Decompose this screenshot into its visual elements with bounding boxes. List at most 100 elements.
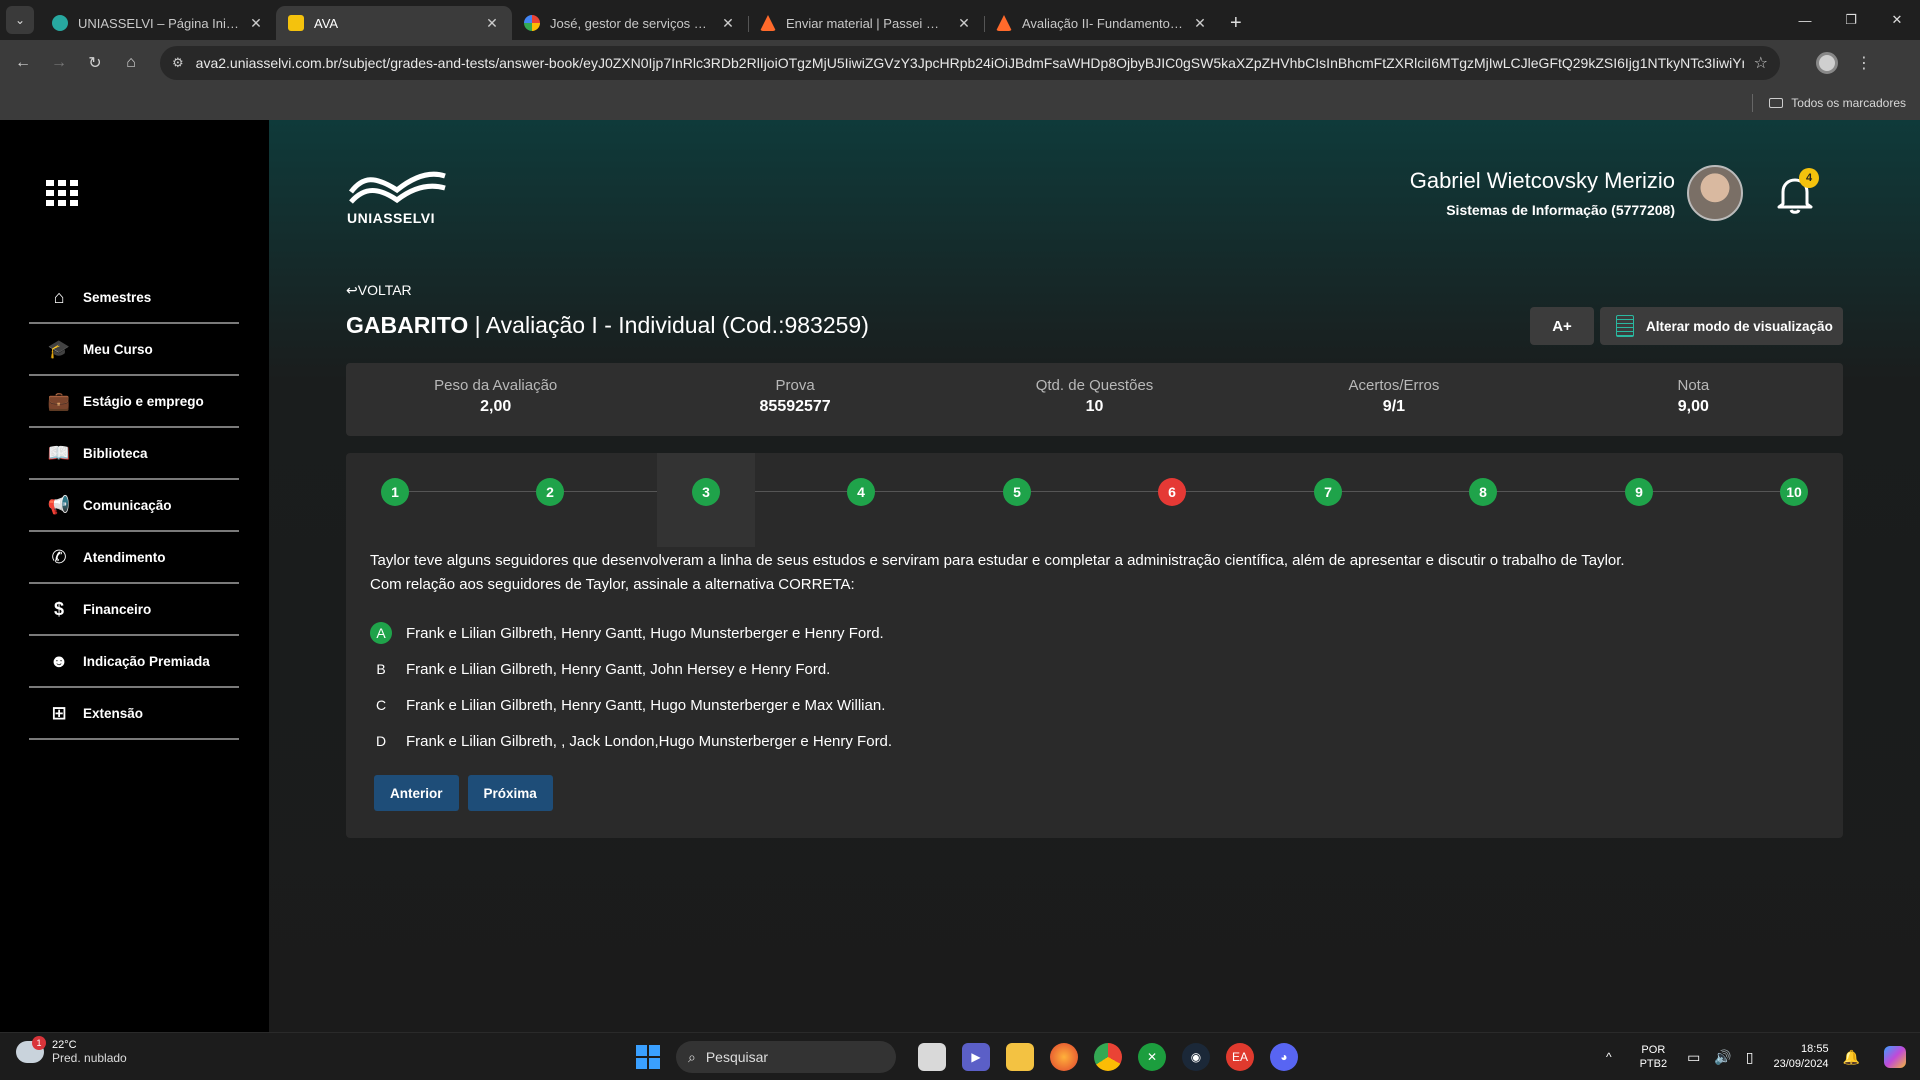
clock[interactable]: 18:55 23/09/2024 <box>1774 1042 1829 1072</box>
firefox-icon[interactable] <box>1050 1043 1078 1071</box>
browser-tab[interactable]: Enviar material | Passei Direto ✕ <box>748 6 984 40</box>
back-link[interactable]: ↩VOLTAR <box>346 282 412 299</box>
bookmark-star-icon[interactable]: ☆ <box>1754 53 1768 73</box>
task-view-icon[interactable] <box>918 1043 946 1071</box>
sidebar-item-label: Atendimento <box>83 549 166 565</box>
summary-value: 2,00 <box>480 398 512 415</box>
browser-tab[interactable]: UNIASSELVI – Página Inicial ✕ <box>40 6 276 40</box>
question-step[interactable]: 4 <box>812 453 910 547</box>
tray-chevron-up-icon[interactable]: ^ <box>1606 1050 1612 1064</box>
question-step[interactable]: 2 <box>501 453 599 547</box>
reload-icon[interactable]: ↻ <box>78 46 112 80</box>
tab-title: José, gestor de serviços da Empresa <box>550 15 712 31</box>
question-number-wrong: 6 <box>1158 478 1186 506</box>
people-icon: ☻ <box>49 650 69 671</box>
sidebar-item-label: Indicação Premiada <box>83 653 210 669</box>
sidebar-item-indicacao-premiada[interactable]: ☻ Indicação Premiada <box>29 636 239 688</box>
question-step[interactable]: 10 <box>1745 453 1843 547</box>
language-indicator[interactable]: POR PTB2 <box>1640 1043 1668 1071</box>
option-text: Frank e Lilian Gilbreth, , Jack London,H… <box>406 732 893 750</box>
all-bookmarks-button[interactable]: Todos os marcadores <box>1769 86 1906 120</box>
notification-icon[interactable]: 🔔 <box>1843 1049 1860 1066</box>
close-tab-icon[interactable]: ✕ <box>1192 15 1208 32</box>
close-tab-icon[interactable]: ✕ <box>956 15 972 32</box>
discord-icon[interactable]: ◕ <box>1270 1043 1298 1071</box>
language-code: POR <box>1641 1044 1666 1056</box>
summary-label: Peso da Avaliação <box>434 377 558 394</box>
question-step-current[interactable]: 3 <box>657 453 755 547</box>
xbox-icon[interactable]: ✕ <box>1138 1043 1166 1071</box>
question-step[interactable]: 5 <box>968 453 1066 547</box>
weather-widget[interactable]: 1 22°C Pred. nublado <box>16 1036 127 1065</box>
question-number: 10 <box>1780 478 1808 506</box>
summary-label: Prova <box>775 377 815 394</box>
taskbar-search[interactable]: ⌕ Pesquisar <box>676 1041 896 1073</box>
main-area: UNIASSELVI Gabriel Wietcovsky Merizio Si… <box>269 120 1920 1032</box>
ea-app-icon[interactable]: EA <box>1226 1043 1254 1071</box>
passei-direto-favicon-icon <box>996 15 1012 31</box>
restore-icon[interactable]: ❐ <box>1828 0 1874 40</box>
close-tab-icon[interactable]: ✕ <box>720 15 736 32</box>
summary-label: Qtd. de Questões <box>1035 377 1154 394</box>
close-tab-icon[interactable]: ✕ <box>484 15 500 32</box>
question-text: Taylor teve alguns seguidores que desenv… <box>370 549 1810 597</box>
browser-tab[interactable]: Avaliação II- Fundamentos e teoria ✕ <box>984 6 1220 40</box>
summary-label: Acertos/Erros <box>1348 377 1440 394</box>
steam-icon[interactable]: ◉ <box>1182 1043 1210 1071</box>
browser-tab[interactable]: José, gestor de serviços da Empresa ✕ <box>512 6 748 40</box>
teams-icon[interactable]: ▶ <box>962 1043 990 1071</box>
tab-title: AVA <box>314 15 339 31</box>
previous-button[interactable]: Anterior <box>374 775 459 811</box>
close-window-icon[interactable]: ✕ <box>1874 0 1920 40</box>
tab-title: Enviar material | Passei Direto <box>786 15 948 31</box>
file-explorer-icon[interactable] <box>1006 1043 1034 1071</box>
apps-grid-icon[interactable] <box>46 180 78 206</box>
tab-search-button[interactable]: ⌄ <box>6 6 34 34</box>
close-tab-icon[interactable]: ✕ <box>248 15 264 32</box>
sidebar-item-estagio[interactable]: 💼 Estágio e emprego <box>29 376 239 428</box>
sidebar-item-atendimento[interactable]: ✆ Atendimento <box>29 532 239 584</box>
briefcase-icon: 💼 <box>47 390 71 411</box>
sidebar-item-financeiro[interactable]: $ Financeiro <box>29 584 239 636</box>
browser-toolbar: ← → ↻ ⌂ ⚙ ava2.uniasselvi.com.br/subject… <box>0 40 1920 86</box>
home-icon[interactable]: ⌂ <box>114 46 148 80</box>
summary-acertos-erros: Acertos/Erros 9/1 <box>1244 363 1543 436</box>
back-arrow-icon[interactable]: ← <box>6 46 40 80</box>
sidebar-item-biblioteca[interactable]: 📖 Biblioteca <box>29 428 239 480</box>
volume-icon[interactable]: 🔊 <box>1714 1049 1731 1066</box>
forward-arrow-icon[interactable]: → <box>42 46 76 80</box>
sidebar-item-meu-curso[interactable]: 🎓 Meu Curso <box>29 324 239 376</box>
network-icon[interactable]: ▭ <box>1687 1049 1700 1066</box>
sidebar-item-label: Biblioteca <box>83 445 148 461</box>
question-step[interactable]: 9 <box>1590 453 1688 547</box>
user-avatar[interactable] <box>1687 165 1743 221</box>
sidebar-item-comunicacao[interactable]: 📢 Comunicação <box>29 480 239 532</box>
bookmarks-bar: Todos os marcadores <box>0 86 1920 120</box>
windows-start-icon[interactable] <box>636 1045 660 1069</box>
question-step[interactable]: 7 <box>1279 453 1377 547</box>
question-step[interactable]: 1 <box>346 453 444 547</box>
question-step[interactable]: 8 <box>1434 453 1532 547</box>
browser-tab-active[interactable]: AVA ✕ <box>276 6 512 40</box>
browser-menu-icon[interactable]: ⋮ <box>1856 53 1872 73</box>
address-bar[interactable]: ⚙ ava2.uniasselvi.com.br/subject/grades-… <box>160 46 1780 80</box>
page-content: ⌂ Semestres 🎓 Meu Curso 💼 Estágio e empr… <box>0 120 1920 1032</box>
change-view-mode-button[interactable]: Alterar modo de visualização <box>1600 307 1843 345</box>
question-number: 5 <box>1003 478 1031 506</box>
font-size-button[interactable]: A+ <box>1530 307 1594 345</box>
question-step[interactable]: 6 <box>1123 453 1221 547</box>
windows-taskbar: 1 22°C Pred. nublado ⌕ Pesquisar ▶ ✕ ◉ E… <box>0 1032 1920 1080</box>
sidebar-item-semestres[interactable]: ⌂ Semestres <box>29 272 239 324</box>
answer-option: C Frank e Lilian Gilbreth, Henry Gantt, … <box>370 687 892 723</box>
site-info-icon[interactable]: ⚙ <box>172 55 184 71</box>
minimize-icon[interactable]: — <box>1782 0 1828 40</box>
new-tab-icon[interactable]: + <box>1220 6 1252 40</box>
battery-icon[interactable]: ▯ <box>1746 1049 1754 1066</box>
profile-avatar-icon[interactable] <box>1816 52 1838 74</box>
sidebar-item-extensao[interactable]: ⊞ Extensão <box>29 688 239 740</box>
return-arrow-icon: ↩ <box>346 282 358 298</box>
next-button[interactable]: Próxima <box>467 775 553 811</box>
copilot-icon[interactable] <box>1884 1046 1906 1068</box>
chrome-icon[interactable] <box>1094 1043 1122 1071</box>
phone-icon: ✆ <box>51 546 67 567</box>
